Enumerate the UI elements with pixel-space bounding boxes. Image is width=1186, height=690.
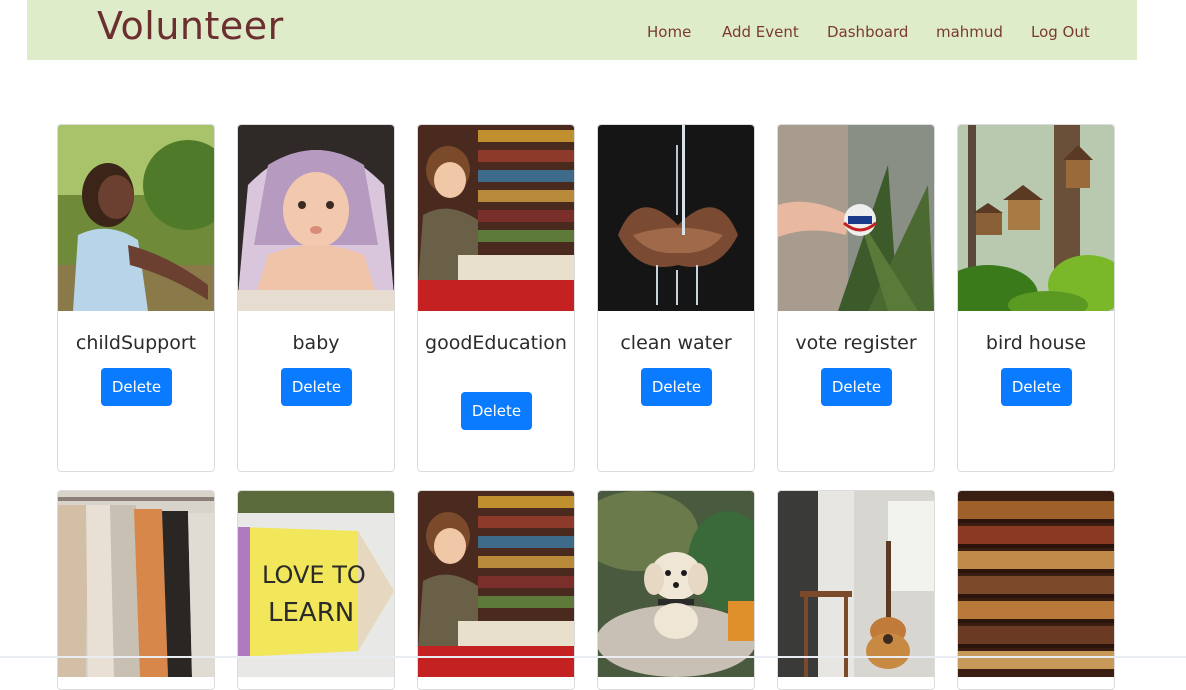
- event-card: baby Delete: [237, 124, 395, 472]
- voted-sticker-photo: [778, 125, 934, 311]
- event-title: baby: [292, 332, 340, 354]
- boy-reading-library-photo: [418, 125, 574, 311]
- event-card: [957, 490, 1115, 690]
- event-card: LOVE TO LEARN: [237, 490, 395, 690]
- event-card: bird house Delete: [957, 124, 1115, 472]
- nav-add-event[interactable]: Add Event: [722, 22, 799, 42]
- event-card: childSupport Delete: [57, 124, 215, 472]
- child-outdoors-photo: [58, 125, 214, 311]
- nav-log-out[interactable]: Log Out: [1031, 22, 1090, 42]
- event-title: childSupport: [75, 332, 197, 354]
- event-card: [417, 490, 575, 690]
- svg-text:LOVE TO: LOVE TO: [262, 561, 366, 589]
- event-title: goodEducation: [425, 332, 567, 354]
- delete-button[interactable]: Delete: [461, 392, 532, 430]
- guitar-room-photo: [778, 491, 934, 677]
- delete-button[interactable]: Delete: [821, 368, 892, 406]
- svg-text:LEARN: LEARN: [268, 598, 354, 628]
- event-card: [597, 490, 755, 690]
- clothes-rack-photo: [58, 491, 214, 677]
- event-card: [777, 490, 935, 690]
- event-title: vote register: [795, 332, 917, 354]
- white-puppy-photo: [598, 491, 754, 677]
- baby-under-blanket-photo: [238, 125, 394, 311]
- love-to-learn-pencil-photo: LOVE TO LEARN: [238, 491, 394, 677]
- hands-water-photo: [598, 125, 754, 311]
- boy-reading-library-photo: [418, 491, 574, 677]
- event-card: clean water Delete: [597, 124, 755, 472]
- bookshelf-photo: [958, 491, 1114, 677]
- delete-button[interactable]: Delete: [641, 368, 712, 406]
- event-title: bird house: [985, 332, 1087, 354]
- nav-dashboard[interactable]: Dashboard: [827, 22, 908, 42]
- delete-button[interactable]: Delete: [101, 368, 172, 406]
- event-title: clean water: [620, 332, 732, 354]
- nav-user[interactable]: mahmud: [936, 22, 1003, 42]
- nav-home[interactable]: Home: [647, 22, 691, 42]
- navbar: Volunteer Home Add Event Dashboard mahmu…: [27, 0, 1137, 60]
- event-card: vote register Delete: [777, 124, 935, 472]
- delete-button[interactable]: Delete: [281, 368, 352, 406]
- birdhouse-forest-photo: [958, 125, 1114, 311]
- event-card: [57, 490, 215, 690]
- brand-title[interactable]: Volunteer: [97, 2, 284, 50]
- event-card: goodEducation Delete: [417, 124, 575, 472]
- delete-button[interactable]: Delete: [1001, 368, 1072, 406]
